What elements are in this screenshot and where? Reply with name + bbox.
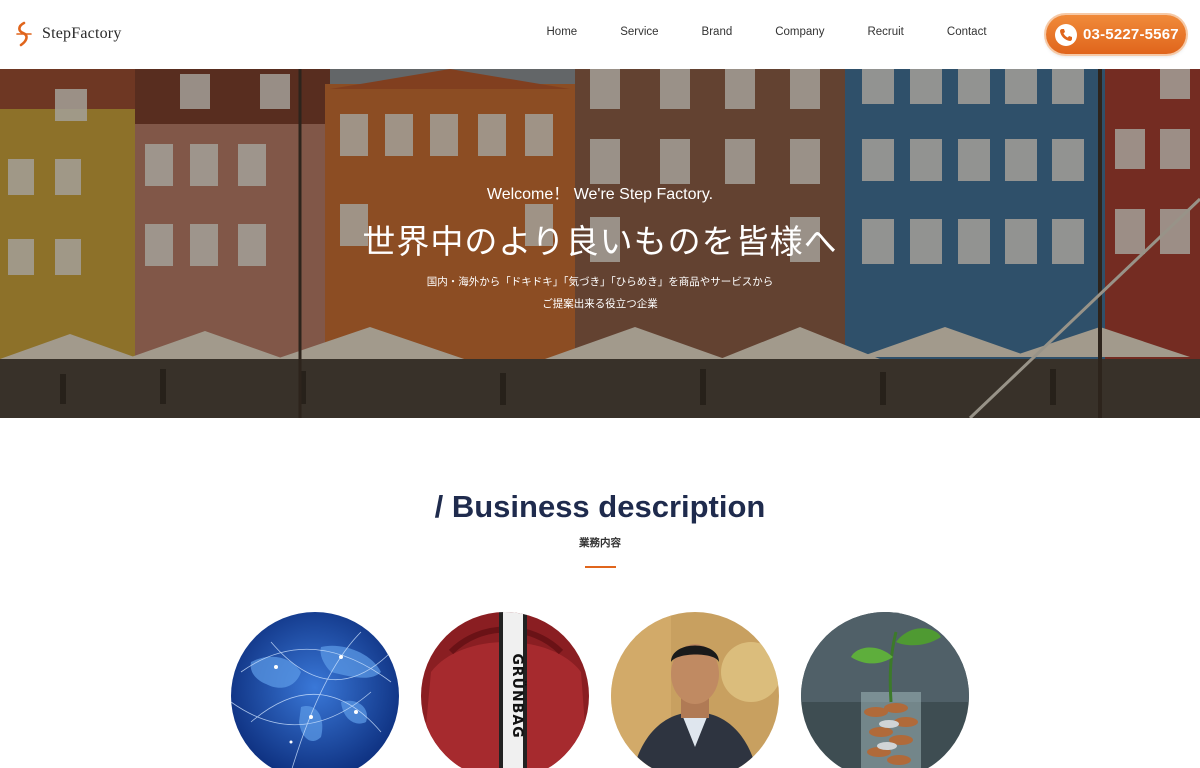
coin-jar-plant-image[interactable] [801, 612, 969, 768]
red-bag-image[interactable]: GRÜNBAG [421, 612, 589, 768]
logo[interactable]: StepFactory [14, 20, 122, 48]
site-header: StepFactory Home Service Brand Company R… [0, 0, 1200, 69]
hero-welcome: Welcome！ We're Step Factory. [486, 186, 714, 203]
phone-number: 03-5227-5567 [1083, 26, 1179, 43]
globe-network-image[interactable] [231, 612, 399, 768]
main-nav: Home Service Brand Company Recruit Conta… [525, 26, 1008, 38]
business-circles: GRÜNBAG [231, 612, 971, 768]
svg-text:GRÜNBAG: GRÜNBAG [509, 653, 527, 738]
businessman-image[interactable] [611, 612, 779, 768]
nav-recruit[interactable]: Recruit [846, 26, 925, 38]
nav-contact[interactable]: Contact [925, 26, 1008, 38]
phone-icon [1055, 23, 1077, 46]
hero-subtitle-line-2: ご提案出来る役立つ企業 [542, 298, 658, 310]
hero-subtitle-line-1: 国内・海外から「ドキドキ」「気づき」「ひらめき」を商品やサービスから [426, 276, 774, 288]
section-title: / Business description [434, 489, 766, 524]
nav-home[interactable]: Home [525, 26, 599, 38]
hero-banner: Welcome！ We're Step Factory. 世界中のより良いものを… [0, 69, 1200, 418]
section-divider [585, 566, 616, 568]
nav-brand[interactable]: Brand [680, 26, 754, 38]
logo-icon [16, 21, 32, 47]
phone-button[interactable]: 03-5227-5567 [1046, 15, 1186, 54]
hero-title: 世界中のより良いものを皆様へ [362, 223, 838, 260]
nav-company[interactable]: Company [754, 26, 846, 38]
nav-service[interactable]: Service [599, 26, 680, 38]
logo-text: StepFactory [42, 25, 122, 42]
section-subtitle: 業務内容 [579, 537, 621, 549]
